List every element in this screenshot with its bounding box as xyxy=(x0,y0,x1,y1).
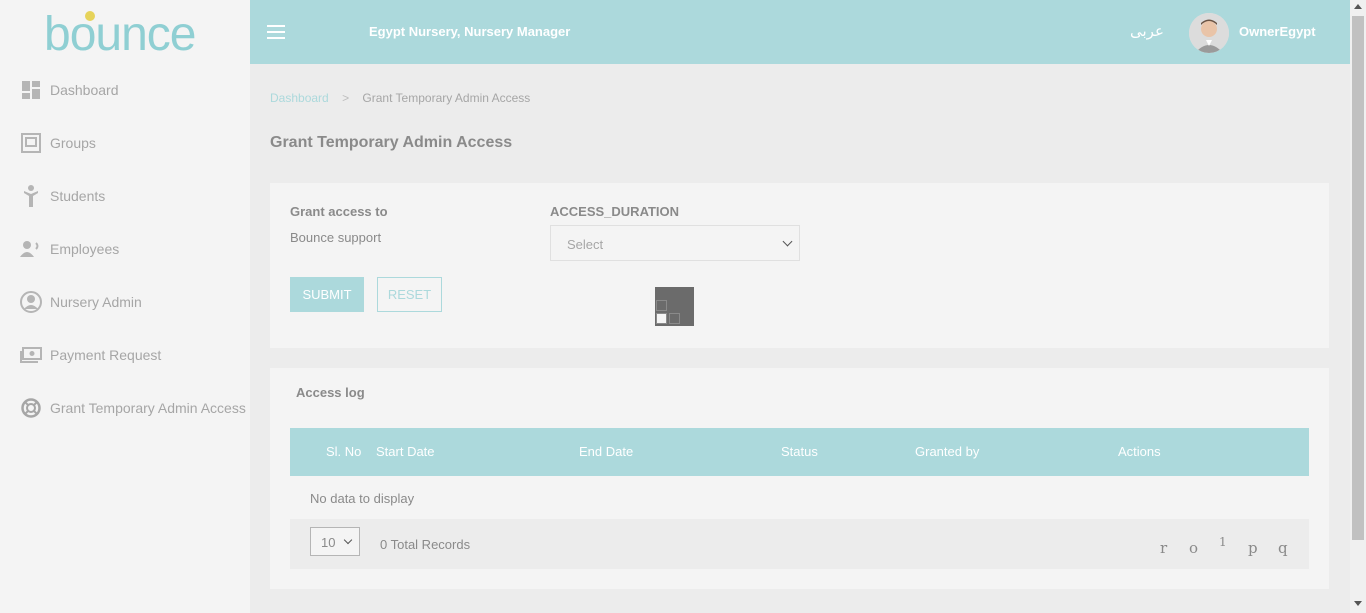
column-header-end-date[interactable]: End Date xyxy=(579,444,633,459)
column-header-sl-no[interactable]: Sl. No xyxy=(326,444,361,459)
hamburger-menu-icon[interactable] xyxy=(267,25,285,39)
sidebar-item-employees[interactable]: Employees xyxy=(20,237,119,261)
table-footer: 10 0 Total Records r o 1 p q xyxy=(290,519,1309,569)
sidebar-item-label: Nursery Admin xyxy=(50,294,142,310)
chevron-down-icon xyxy=(343,535,353,545)
last-page-icon[interactable]: q xyxy=(1278,539,1288,557)
scroll-down-arrow-icon[interactable] xyxy=(1354,601,1362,606)
loading-spinner-icon xyxy=(655,287,694,326)
grant-access-label: Grant access to xyxy=(290,204,388,219)
breadcrumb-separator-icon: > xyxy=(342,91,350,105)
sidebar-item-label: Payment Request xyxy=(50,347,162,363)
column-header-granted-by[interactable]: Granted by xyxy=(915,444,979,459)
access-duration-select[interactable]: Select xyxy=(550,225,800,261)
next-page-icon[interactable]: p xyxy=(1248,539,1258,557)
svg-text:bounce: bounce xyxy=(44,10,195,58)
money-icon xyxy=(20,344,42,366)
previous-page-icon[interactable]: o xyxy=(1189,539,1198,557)
sidebar-item-nursery-admin[interactable]: Nursery Admin xyxy=(20,290,142,314)
sidebar-item-grant-temporary-admin-access[interactable]: Grant Temporary Admin Access xyxy=(20,396,246,420)
scroll-thumb[interactable] xyxy=(1352,16,1364,540)
chevron-down-icon xyxy=(782,236,793,247)
sidebar-item-dashboard[interactable]: Dashboard xyxy=(20,78,119,102)
scroll-up-arrow-icon[interactable] xyxy=(1354,4,1362,9)
breadcrumb-dashboard-link[interactable]: Dashboard xyxy=(270,91,329,105)
access-duration-value: Select xyxy=(567,237,604,252)
page-size-value: 10 xyxy=(321,535,336,550)
current-page-number[interactable]: 1 xyxy=(1219,535,1227,549)
dashboard-icon xyxy=(20,79,42,101)
sidebar-item-students[interactable]: Students xyxy=(20,184,105,208)
sidebar-item-groups[interactable]: Groups xyxy=(20,131,96,155)
reset-button[interactable]: RESET xyxy=(377,277,442,312)
table-header: Sl. No Start Date End Date Status Grante… xyxy=(290,428,1309,476)
page-size-select[interactable]: 10 xyxy=(310,527,360,556)
submit-button[interactable]: SUBMIT xyxy=(290,277,364,312)
access-log-title: Access log xyxy=(296,385,365,400)
breadcrumb: Dashboard > Grant Temporary Admin Access xyxy=(270,91,530,105)
sidebar: bounce Dashboard Groups Students Employe… xyxy=(0,0,250,613)
sidebar-item-label: Dashboard xyxy=(50,82,119,98)
grant-access-form: Grant access to Bounce support ACCESS_DU… xyxy=(270,183,1329,348)
admin-user-icon xyxy=(20,291,42,313)
column-header-status[interactable]: Status xyxy=(781,444,818,459)
page-scrollbar[interactable] xyxy=(1350,0,1366,613)
language-switch[interactable]: عربى xyxy=(1130,22,1164,40)
bounce-logo[interactable]: bounce xyxy=(44,10,208,58)
groups-icon xyxy=(20,132,42,154)
lifebuoy-icon xyxy=(20,397,42,419)
column-header-start-date[interactable]: Start Date xyxy=(376,444,435,459)
grant-access-value: Bounce support xyxy=(290,230,382,245)
access-log-panel: Access log Sl. No Start Date End Date St… xyxy=(270,368,1329,589)
sidebar-item-label: Employees xyxy=(50,241,120,257)
top-header: Egypt Nursery, Nursery Manager عربى Owne… xyxy=(250,0,1350,64)
avatar[interactable] xyxy=(1189,13,1229,53)
column-header-actions: Actions xyxy=(1118,444,1161,459)
breadcrumb-current: Grant Temporary Admin Access xyxy=(362,91,531,105)
total-records: 0 Total Records xyxy=(380,537,471,552)
access-duration-label: ACCESS_DURATION xyxy=(550,204,680,219)
empty-table-message: No data to display xyxy=(310,491,415,506)
sidebar-item-label: Groups xyxy=(50,135,96,151)
sidebar-item-label: Students xyxy=(50,188,106,204)
student-icon xyxy=(20,185,42,207)
sidebar-item-label: Grant Temporary Admin Access xyxy=(50,400,246,416)
employees-icon xyxy=(20,238,42,260)
username[interactable]: OwnerEgypt xyxy=(1239,24,1316,39)
page-title: Grant Temporary Admin Access xyxy=(270,134,513,151)
nursery-title: Egypt Nursery, Nursery Manager xyxy=(369,24,571,39)
first-page-icon[interactable]: r xyxy=(1160,539,1167,557)
sidebar-item-payment-request[interactable]: Payment Request xyxy=(20,343,161,367)
